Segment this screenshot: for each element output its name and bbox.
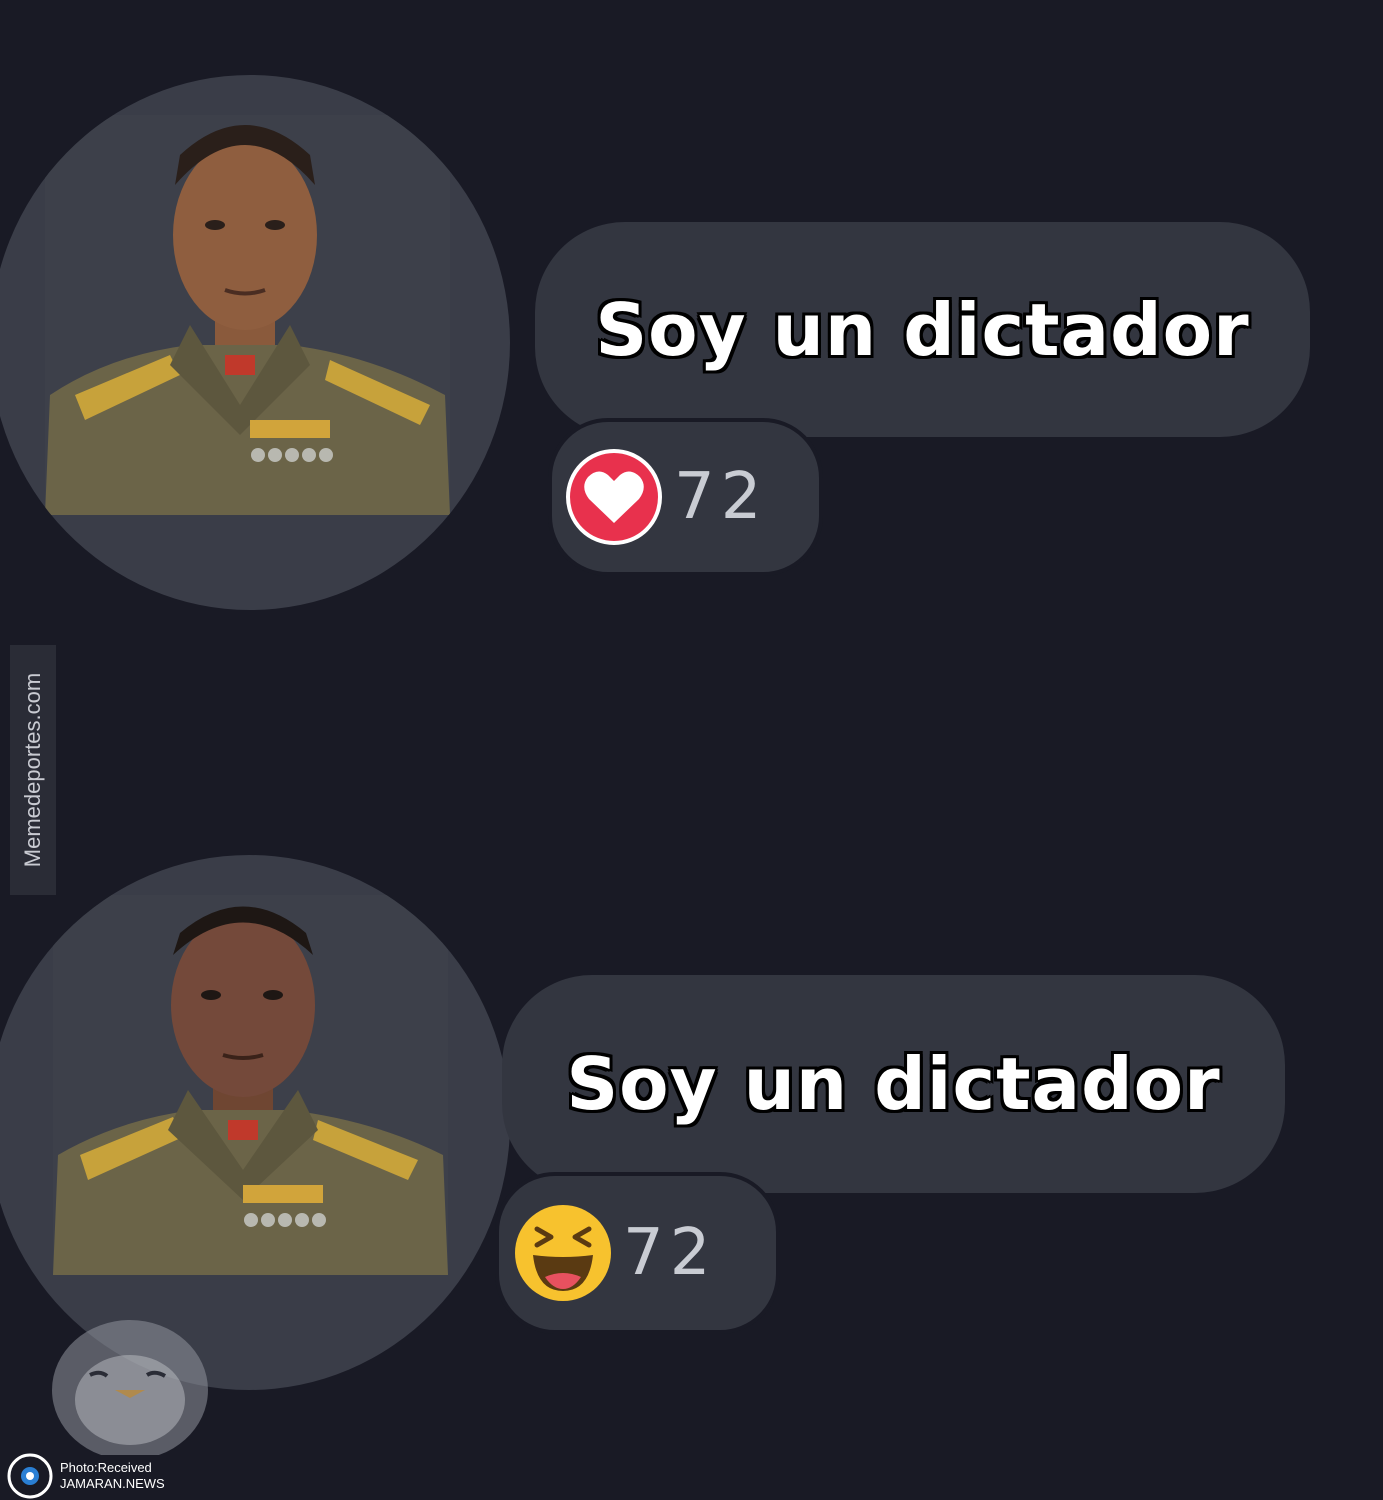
watermark-text: Memedeportes.com [20, 672, 46, 868]
avatar-1[interactable] [0, 75, 510, 610]
reaction-pill-1[interactable]: 72 [548, 418, 823, 576]
meme-canvas: Soy un dictador 72 Memedeportes.com Soy … [0, 0, 1383, 1500]
soldier-portrait-icon [45, 115, 450, 515]
reaction-pill-2[interactable]: 72 [495, 1172, 780, 1334]
message-text-2: Soy un dictador [566, 1042, 1221, 1126]
credit-line-1: Photo:Received [60, 1460, 152, 1475]
message-bubble-1[interactable]: Soy un dictador [535, 222, 1310, 437]
message-bubble-2[interactable]: Soy un dictador [502, 975, 1285, 1193]
penguin-mascot-icon [52, 1320, 208, 1455]
heart-reaction-icon [566, 449, 662, 545]
credit-line-2: JAMARAN.NEWS [60, 1476, 165, 1491]
jamaran-logo-icon [7, 1453, 53, 1499]
photo-credit: Photo:Received JAMARAN.NEWS [0, 1452, 200, 1500]
reaction-count-2: 72 [623, 1216, 717, 1290]
reaction-count-1: 72 [674, 460, 768, 534]
laughing-reaction-icon [515, 1205, 611, 1301]
message-text-1: Soy un dictador [595, 287, 1250, 372]
